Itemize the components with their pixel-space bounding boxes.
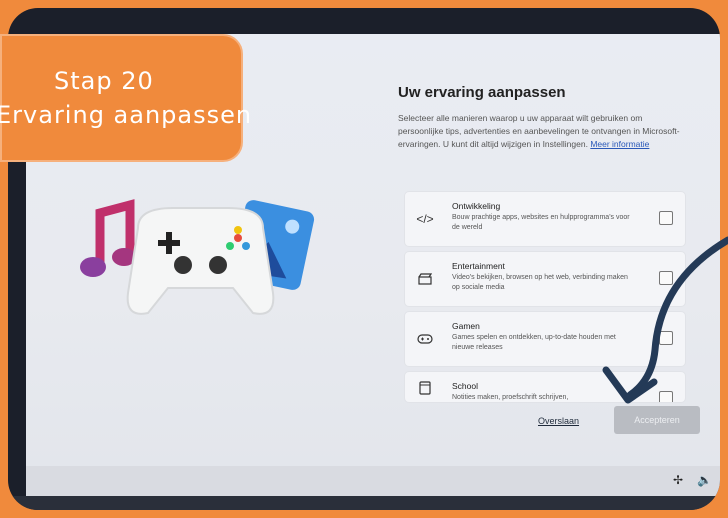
option-title: Ontwikkeling: [452, 201, 501, 211]
description: Selecteer alle manieren waarop u uw appa…: [398, 112, 688, 151]
option-title: Entertainment: [452, 261, 505, 271]
step-number: Stap 20: [54, 67, 154, 95]
notebook-icon: [415, 378, 435, 398]
bezel: [8, 496, 720, 510]
illustration: [80, 199, 315, 315]
option-checkbox[interactable]: [659, 211, 673, 225]
code-icon: </>: [416, 212, 434, 226]
annotation-arrow: [602, 236, 728, 404]
taskbar: ✢ 🔈: [26, 466, 720, 496]
accessibility-icon[interactable]: ✢: [673, 473, 683, 487]
option-title: School: [452, 381, 478, 391]
option-title: Gamen: [452, 321, 480, 331]
music-icon: [80, 199, 136, 277]
page-title: Uw ervaring aanpassen: [398, 84, 566, 101]
step-title: Ervaring aanpassen: [0, 101, 253, 129]
clapperboard-icon: [415, 269, 435, 289]
step-label: Stap 20 Ervaring aanpassen: [0, 34, 253, 162]
skip-link[interactable]: Overslaan: [538, 416, 579, 426]
controller-icon: [126, 207, 275, 315]
volume-icon[interactable]: 🔈: [697, 473, 712, 487]
more-info-link[interactable]: Meer informatie: [590, 139, 649, 149]
gamepad-icon: [415, 329, 435, 349]
